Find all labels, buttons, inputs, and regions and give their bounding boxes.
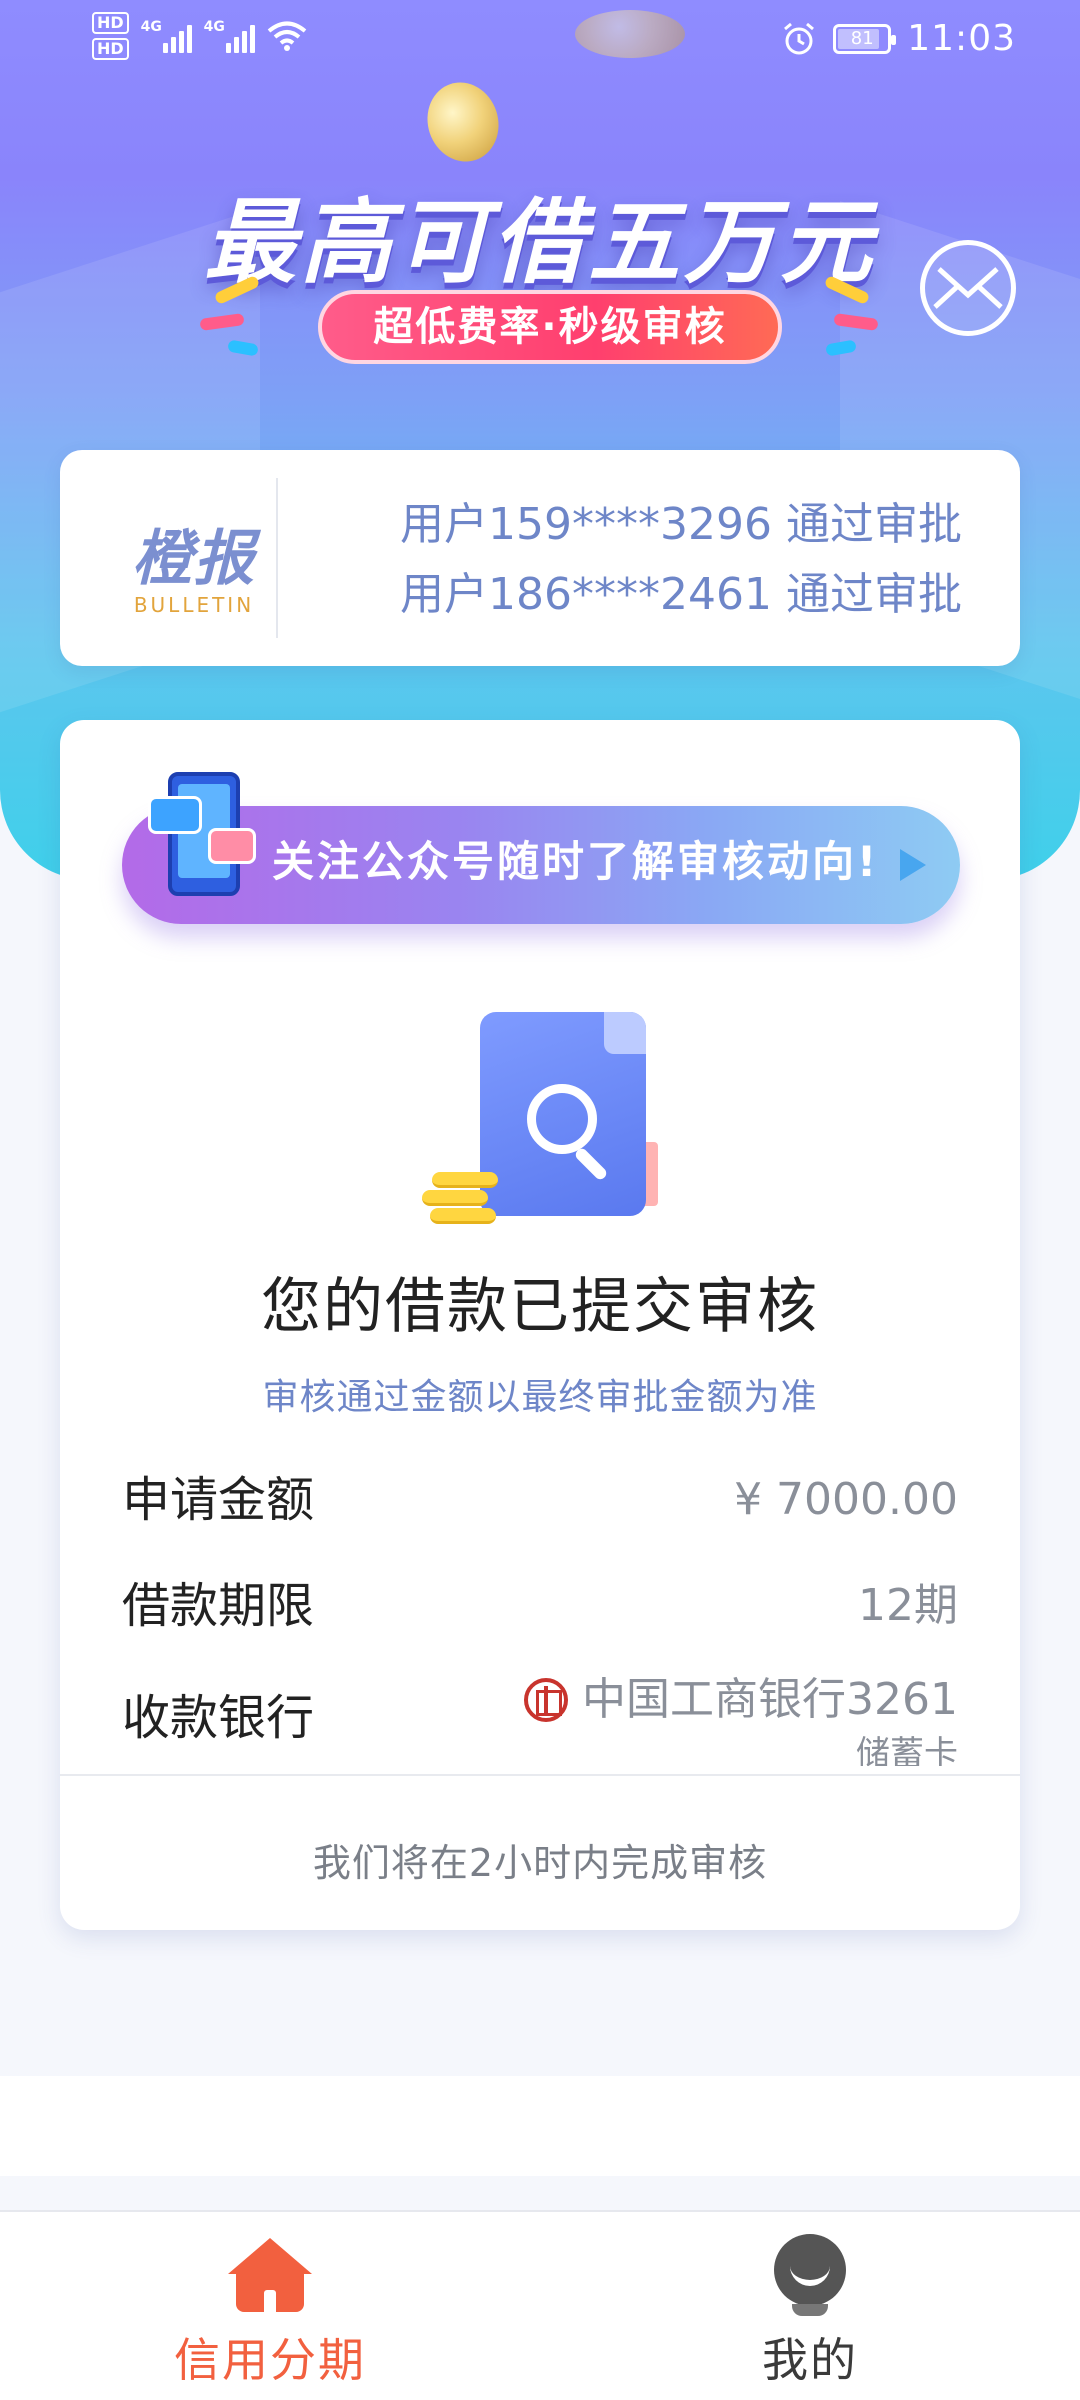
document-search-icon bbox=[420, 1012, 660, 1232]
bank-name-line: 中国工商银行3261 bbox=[524, 1668, 958, 1732]
hd-badge: HD bbox=[92, 12, 129, 34]
banner-headline: 最高可借五万元 bbox=[203, 189, 876, 296]
detail-row-bank: 收款银行 中国工商银行3261 储蓄卡 bbox=[122, 1668, 958, 1766]
message-icon[interactable] bbox=[920, 240, 1016, 336]
rate-pill: 超低费率·秒级审核 bbox=[318, 290, 782, 364]
envelope-icon bbox=[933, 267, 1003, 309]
review-time-note: 我们将在2小时内完成审核 bbox=[312, 1841, 768, 1885]
alarm-icon bbox=[784, 22, 815, 54]
bank-name: 中国工商银行3261 bbox=[582, 1674, 958, 1725]
bottom-tabbar: 信用分期 我的 bbox=[0, 2210, 1080, 2400]
detail-row-term: 借款期限 12期 bbox=[122, 1566, 958, 1646]
bulletin-card: 橙报 BULLETIN 用户159****3296 通过审批 用户186****… bbox=[60, 450, 1020, 666]
bulletin-logo-en: BULLETIN bbox=[133, 593, 255, 617]
bulletin-message: 用户186****2461 通过审批 bbox=[400, 569, 962, 620]
network-type: 4G bbox=[140, 19, 162, 35]
phone-chat-icon bbox=[148, 772, 268, 912]
signal-icon: 4G bbox=[204, 19, 255, 53]
amount-label: 申请金额 bbox=[122, 1472, 315, 1528]
battery-icon: 81 bbox=[833, 23, 897, 54]
spacer bbox=[0, 2076, 1080, 2176]
detail-row-amount: 申请金额 ¥ 7000.00 bbox=[122, 1460, 958, 1540]
hd-badge: HD bbox=[92, 38, 129, 60]
term-value: 12期 bbox=[858, 1580, 958, 1631]
amount-value: ¥ 7000.00 bbox=[734, 1474, 958, 1525]
tab-me[interactable]: 我的 bbox=[540, 2212, 1080, 2400]
follow-banner-text: 关注公众号随时了解审核动向! bbox=[272, 837, 880, 886]
network-type: 4G bbox=[203, 19, 225, 35]
term-label: 借款期限 bbox=[122, 1578, 315, 1634]
hd-badges: HD HD bbox=[92, 12, 129, 60]
tab-credit-installment[interactable]: 信用分期 bbox=[0, 2212, 540, 2400]
coin-decoration bbox=[417, 73, 509, 171]
home-icon bbox=[228, 2238, 312, 2312]
status-left: HD HD 4G 4G bbox=[92, 12, 307, 60]
bank-value: 中国工商银行3261 储蓄卡 bbox=[524, 1668, 958, 1766]
play-arrow-icon bbox=[900, 849, 926, 881]
bank-label: 收款银行 bbox=[122, 1690, 315, 1746]
bulletin-messages: 用户159****3296 通过审批 用户186****2461 通过审批 bbox=[400, 490, 962, 630]
bulletin-logo: 橙报 BULLETIN bbox=[104, 510, 284, 617]
battery-level: 81 bbox=[850, 28, 874, 49]
signal-icon: 4G bbox=[141, 19, 192, 53]
tab-label: 信用分期 bbox=[174, 2333, 366, 2387]
review-card: 关注公众号随时了解审核动向! 您的借款已提交审核 审核通过金额以最终审批金额为准… bbox=[60, 720, 1020, 1930]
status-right: 81 11:03 bbox=[781, 18, 1016, 59]
divider bbox=[276, 478, 278, 638]
status-bar: HD HD 4G 4G 81 11:03 bbox=[0, 0, 1080, 80]
icbc-logo-icon bbox=[524, 1678, 569, 1722]
bulletin-logo-cn: 橙报 bbox=[132, 524, 256, 594]
tab-label: 我的 bbox=[762, 2333, 858, 2387]
wifi-icon bbox=[267, 21, 306, 51]
card-type: 储蓄卡 bbox=[856, 1734, 958, 1766]
bulletin-message: 用户159****3296 通过审批 bbox=[400, 499, 962, 550]
divider bbox=[60, 1774, 1020, 1776]
clock: 11:03 bbox=[907, 18, 1016, 59]
profile-icon bbox=[774, 2234, 846, 2318]
status-note: 审核通过金额以最终审批金额为准 bbox=[262, 1377, 818, 1418]
status-title: 您的借款已提交审核 bbox=[261, 1272, 819, 1342]
